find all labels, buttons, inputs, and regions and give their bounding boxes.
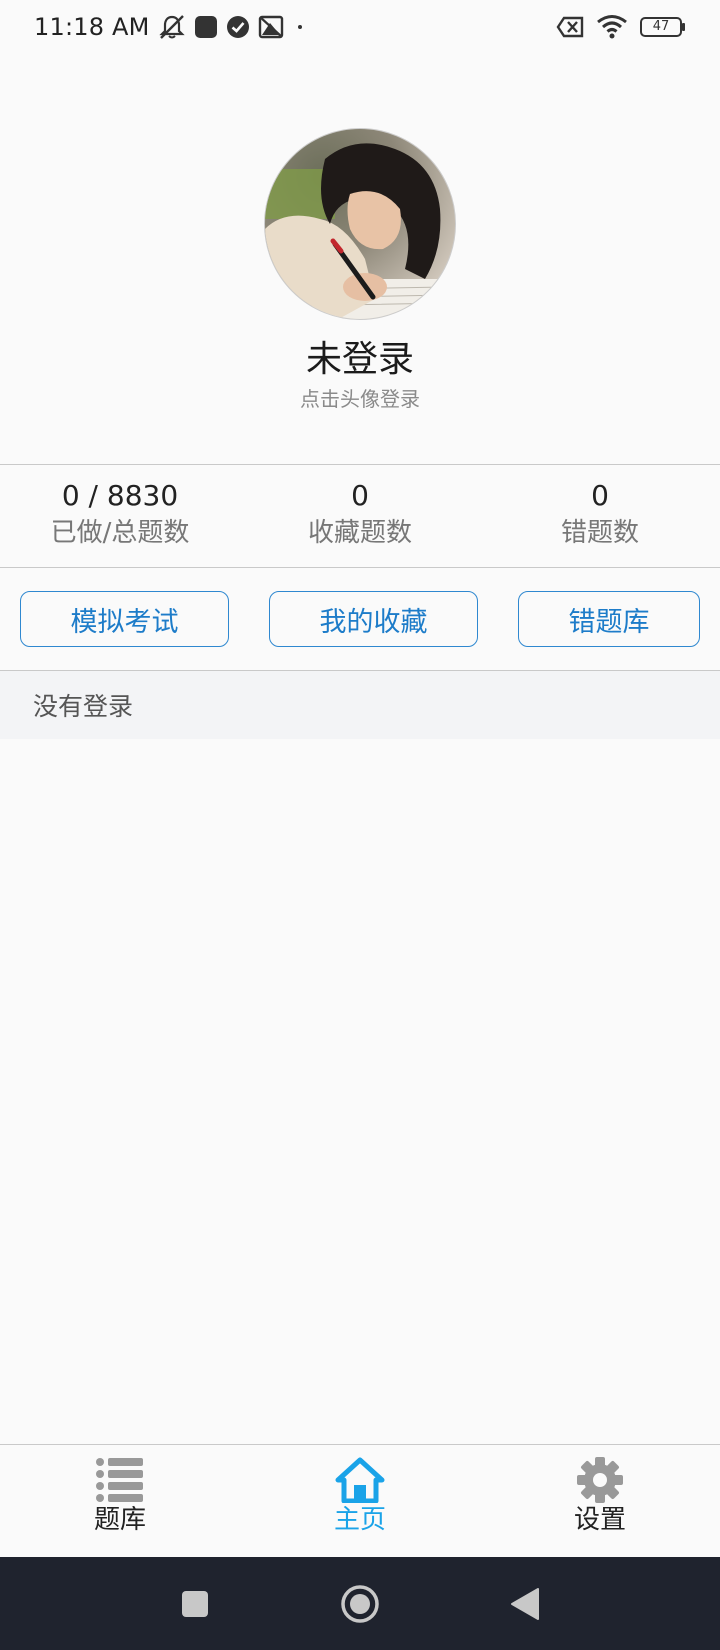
login-notice: 没有登录	[0, 671, 720, 739]
dot-icon	[297, 25, 302, 29]
status-bar: 11:18 AM 47	[0, 0, 720, 54]
avatar[interactable]	[264, 128, 456, 320]
stat-label: 错题数	[560, 518, 639, 549]
stat-label: 已做/总题数	[50, 518, 190, 549]
image-icon	[258, 15, 283, 39]
home-icon	[335, 1457, 385, 1503]
status-left: 11:18 AM	[34, 13, 308, 41]
tab-label: 题库	[93, 1505, 146, 1535]
bottom-nav: 题库 主页 设置	[0, 1444, 720, 1557]
tab-label: 主页	[333, 1505, 386, 1535]
battery-icon: 47	[640, 16, 686, 38]
stat-done-total: 0 / 8830 已做/总题数	[0, 465, 240, 551]
tab-settings[interactable]: 设置	[510, 1457, 690, 1536]
wifi-icon	[597, 15, 627, 39]
status-notification-icons	[158, 14, 308, 40]
login-notice-text: 没有登录	[33, 692, 134, 721]
app-square-icon	[194, 16, 217, 38]
stat-value: 0 / 8830	[61, 479, 179, 512]
avatar-photo	[265, 129, 455, 319]
stat-favorites: 0 收藏题数	[240, 465, 480, 551]
system-nav-bar	[0, 1557, 720, 1650]
tab-label: 设置	[573, 1505, 626, 1535]
profile-header: 未登录 点击头像登录	[0, 128, 720, 412]
stats-row: 0 / 8830 已做/总题数 0 收藏题数 0 错题数	[0, 465, 720, 567]
status-right: 47	[556, 14, 686, 40]
stat-wrong: 0 错题数	[480, 465, 720, 551]
stat-label: 收藏题数	[307, 518, 412, 549]
login-hint[interactable]: 点击头像登录	[300, 383, 420, 412]
wrong-bank-button[interactable]: 错题库	[518, 591, 700, 647]
home-nav-button[interactable]	[320, 1557, 400, 1650]
status-time: 11:18 AM	[34, 13, 150, 41]
home-circle-icon	[341, 1584, 379, 1623]
divider-middle	[0, 567, 720, 568]
battery-level: 47	[652, 19, 670, 34]
stat-value: 0	[351, 479, 369, 512]
gear-icon	[577, 1457, 623, 1503]
check-circle-icon	[226, 16, 249, 38]
stat-value: 0	[591, 479, 609, 512]
mock-exam-button[interactable]: 模拟考试	[20, 591, 229, 647]
back-triangle-icon	[511, 1587, 539, 1620]
tab-question-bank[interactable]: 题库	[30, 1457, 210, 1536]
back-button[interactable]	[485, 1557, 565, 1650]
muted-bell-icon	[158, 15, 185, 39]
user-name: 未登录	[305, 339, 414, 380]
no-sim-icon	[556, 16, 584, 38]
list-icon	[96, 1458, 143, 1502]
recents-button[interactable]	[155, 1557, 235, 1650]
tab-home[interactable]: 主页	[270, 1457, 450, 1536]
recents-square-icon	[182, 1590, 208, 1617]
my-favorites-button[interactable]: 我的收藏	[269, 591, 478, 647]
